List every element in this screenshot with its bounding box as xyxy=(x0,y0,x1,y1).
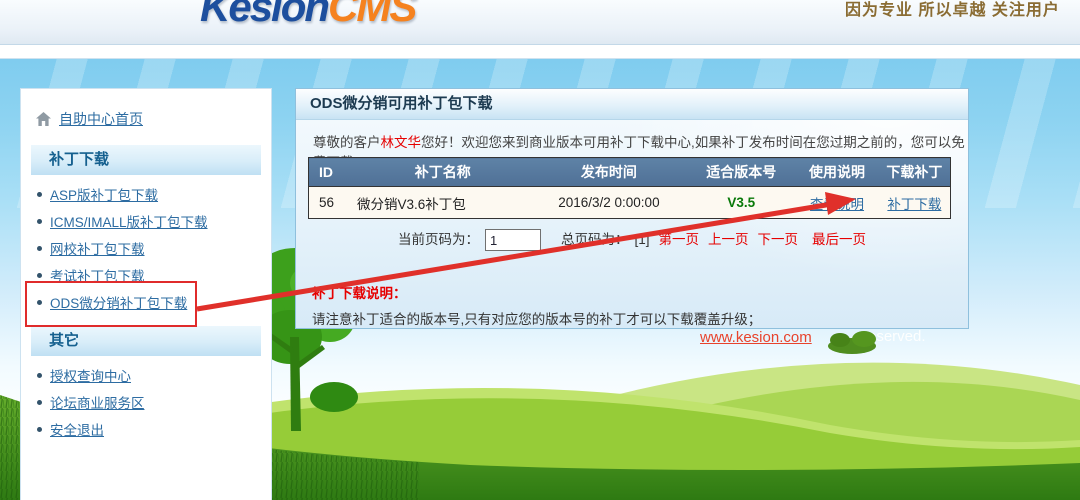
sidebar-link-asp[interactable]: ASP版补丁包下载 xyxy=(50,184,158,204)
sidebar-item-exam[interactable]: 考试补丁包下载 xyxy=(37,265,271,285)
welcome-prefix: 尊敬的客户 xyxy=(313,135,381,150)
home-link[interactable]: 自助中心首页 xyxy=(59,109,143,129)
total-page-label: 总页码为： xyxy=(560,232,629,247)
sidebar-item-home[interactable]: 自助中心首页 xyxy=(35,109,271,129)
sidebar-item-forum-service[interactable]: 论坛商业服务区 xyxy=(37,392,271,412)
cell-usage: 查看说明 xyxy=(795,186,879,219)
next-page-link[interactable]: 下一页 xyxy=(758,232,799,247)
col-header-id: ID xyxy=(308,157,355,187)
kesion-site-link[interactable]: www.kesion.com xyxy=(700,329,812,346)
sidebar-item-asp[interactable]: ASP版补丁包下载 xyxy=(37,184,271,204)
sidebar-link-forum-service[interactable]: 论坛商业服务区 xyxy=(50,392,145,412)
col-header-date: 发布时间 xyxy=(530,157,688,187)
prev-page-link[interactable]: 上一页 xyxy=(708,232,749,247)
col-header-name: 补丁名称 xyxy=(354,157,531,187)
patch-table: ID 补丁名称 发布时间 适合版本号 使用说明 下载补丁 56 微分销V3.6补… xyxy=(308,157,951,219)
sidebar-item-license-query[interactable]: 授权查询中心 xyxy=(37,365,271,385)
main-panel: ODS微分销可用补丁包下载 尊敬的客户林文华您好！欢迎您来到商业版本可用补丁下载… xyxy=(295,88,969,329)
customer-name: 林文华 xyxy=(380,135,422,150)
bush-silhouette xyxy=(828,331,876,354)
col-header-download: 下载补丁 xyxy=(878,157,951,187)
sidebar-link-license-query[interactable]: 授权查询中心 xyxy=(50,365,131,385)
sidebar-link-icms-imall[interactable]: ICMS/IMALL版补丁包下载 xyxy=(50,211,208,231)
brand-tagline: 因为专业 所以卓越 关注用户 xyxy=(845,2,1060,19)
top-header: KesionCMS 因为专业 所以卓越 关注用户 xyxy=(0,0,1080,45)
bullet-icon xyxy=(37,299,42,305)
sidebar-item-ods[interactable]: ODS微分销补丁包下载 xyxy=(37,292,271,312)
bullet-icon xyxy=(37,372,42,378)
cell-id: 56 xyxy=(308,186,355,219)
sidebar-link-ods[interactable]: ODS微分销补丁包下载 xyxy=(50,292,187,312)
table-header-row: ID 补丁名称 发布时间 适合版本号 使用说明 下载补丁 xyxy=(308,157,951,187)
cell-date: 2016/3/2 0:00:00 xyxy=(530,186,688,219)
page-number-input[interactable] xyxy=(484,229,541,252)
bullet-icon xyxy=(37,272,42,278)
notes-title: 补丁下载说明： xyxy=(312,286,407,301)
bullet-icon xyxy=(37,399,42,405)
last-page-link[interactable]: 最后一页 xyxy=(812,232,866,247)
header-divider-band xyxy=(0,45,1080,59)
logo-text-kesion: Kesion xyxy=(200,0,330,30)
cell-name: 微分销V3.6补丁包 xyxy=(354,186,531,219)
usage-link[interactable]: 查看说明 xyxy=(810,197,864,212)
sidebar-item-logout[interactable]: 安全退出 xyxy=(37,419,271,439)
sidebar: 自助中心首页 补丁下载 ASP版补丁包下载 ICMS/IMALL版补丁包下载 网… xyxy=(20,88,272,500)
other-menu: 授权查询中心 论坛商业服务区 安全退出 xyxy=(21,365,271,439)
patch-download-menu: ASP版补丁包下载 ICMS/IMALL版补丁包下载 网校补丁包下载 考试补丁包… xyxy=(21,184,271,312)
notes-body: 请注意补丁适合的版本号,只有对应您的版本号的补丁才可以下载覆盖升级； xyxy=(312,312,762,327)
table-row: 56 微分销V3.6补丁包 2016/3/2 0:00:00 V3.5 查看说明… xyxy=(308,186,951,219)
bullet-icon xyxy=(37,218,42,224)
bullet-icon xyxy=(37,426,42,432)
col-header-usage: 使用说明 xyxy=(795,157,879,187)
kesioncms-logo[interactable]: KesionCMS xyxy=(200,0,417,31)
page: eserved. KesionCMS 因为专业 所以卓越 关注用户 自助中心首页… xyxy=(0,0,1080,500)
current-page-label: 当前页码为： xyxy=(397,232,479,247)
home-icon xyxy=(36,112,51,126)
sidebar-section-patch-downloads: 补丁下载 xyxy=(31,145,261,175)
download-link[interactable]: 补丁下载 xyxy=(887,197,941,212)
sidebar-link-logout[interactable]: 安全退出 xyxy=(50,419,104,439)
sidebar-item-icms-imall[interactable]: ICMS/IMALL版补丁包下载 xyxy=(37,211,271,231)
bullet-icon xyxy=(37,191,42,197)
cell-download: 补丁下载 xyxy=(878,186,951,219)
total-page-value: [1] xyxy=(634,232,650,247)
logo-text-cms: CMS xyxy=(328,0,417,30)
sidebar-section-other: 其它 xyxy=(31,326,261,356)
sidebar-link-school[interactable]: 网校补丁包下载 xyxy=(50,238,145,258)
pagination: 当前页码为： 总页码为： [1] 第一页上一页下一页最后一页 xyxy=(296,228,968,252)
col-header-version: 适合版本号 xyxy=(687,157,796,187)
bullet-icon xyxy=(37,245,42,251)
cell-version: V3.5 xyxy=(687,186,796,219)
first-page-link[interactable]: 第一页 xyxy=(659,232,700,247)
sidebar-link-exam[interactable]: 考试补丁包下载 xyxy=(50,265,145,285)
sidebar-item-school[interactable]: 网校补丁包下载 xyxy=(37,238,271,258)
panel-title: ODS微分销可用补丁包下载 xyxy=(296,89,968,120)
